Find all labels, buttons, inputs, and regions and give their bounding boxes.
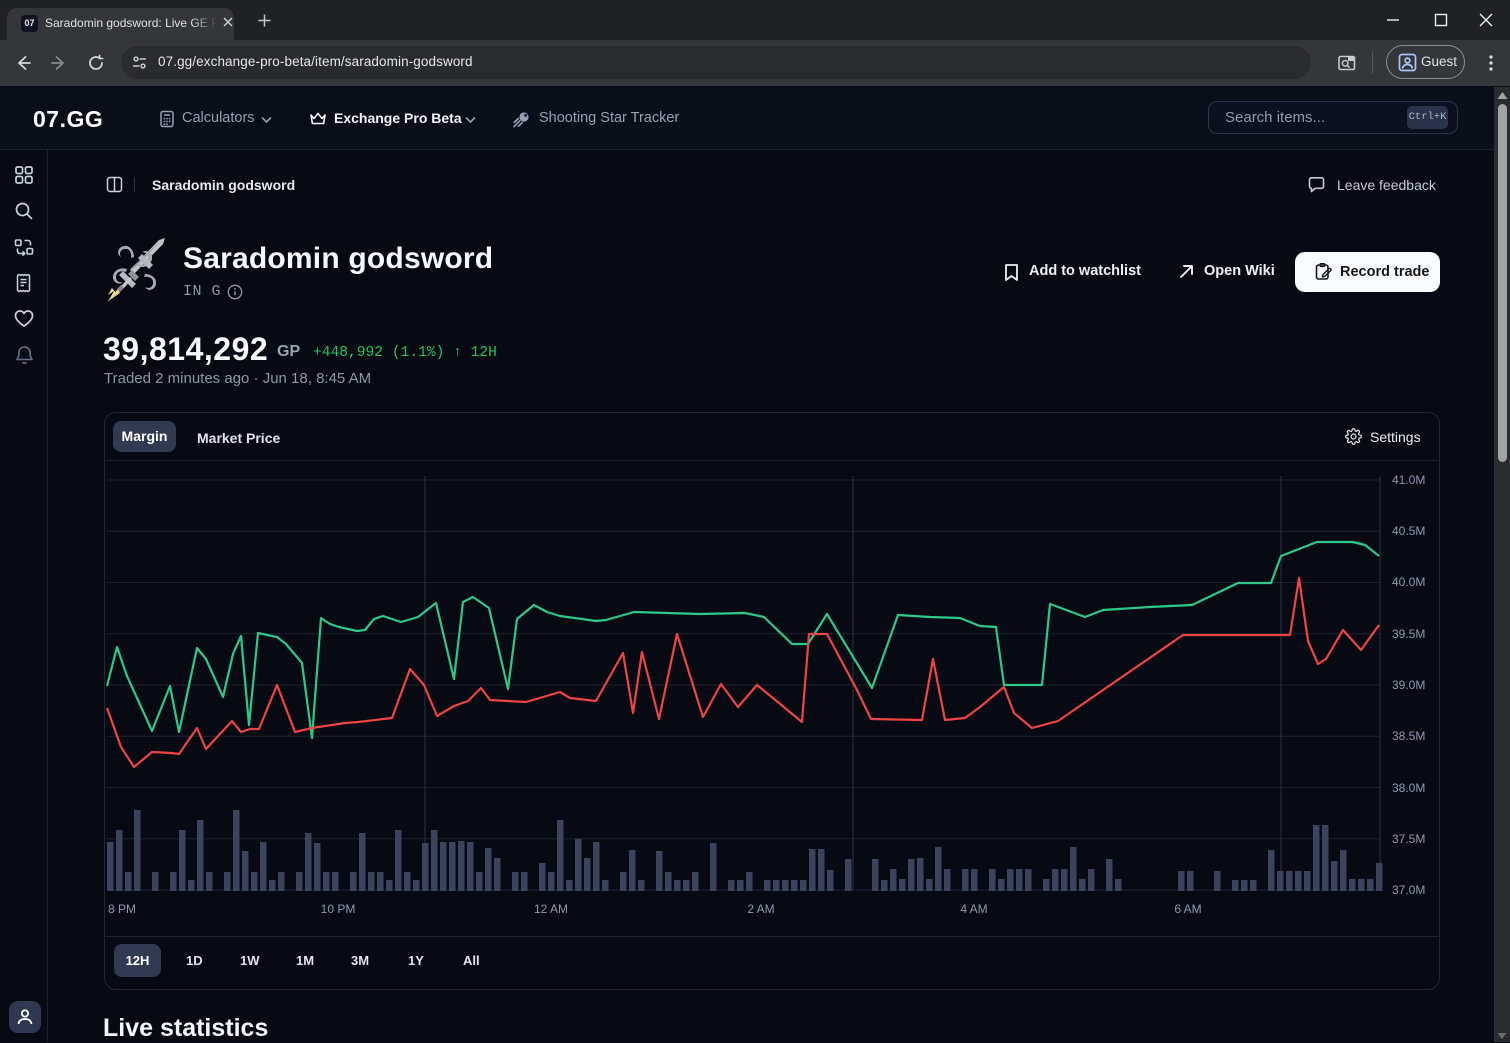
svg-text:4 AM: 4 AM bbox=[960, 902, 987, 916]
svg-text:12 AM: 12 AM bbox=[534, 902, 568, 916]
svg-text:8 PM: 8 PM bbox=[108, 902, 136, 916]
svg-text:40.0M: 40.0M bbox=[1392, 575, 1425, 589]
svg-text:39.5M: 39.5M bbox=[1392, 627, 1425, 641]
svg-text:38.5M: 38.5M bbox=[1392, 729, 1425, 743]
svg-text:38.0M: 38.0M bbox=[1392, 781, 1425, 795]
svg-text:6 AM: 6 AM bbox=[1174, 902, 1201, 916]
svg-text:10 PM: 10 PM bbox=[321, 902, 356, 916]
svg-text:40.5M: 40.5M bbox=[1392, 524, 1425, 538]
svg-text:39.0M: 39.0M bbox=[1392, 678, 1425, 692]
svg-text:2 AM: 2 AM bbox=[747, 902, 774, 916]
svg-text:37.0M: 37.0M bbox=[1392, 883, 1425, 897]
svg-text:41.0M: 41.0M bbox=[1392, 473, 1425, 487]
svg-text:37.5M: 37.5M bbox=[1392, 832, 1425, 846]
